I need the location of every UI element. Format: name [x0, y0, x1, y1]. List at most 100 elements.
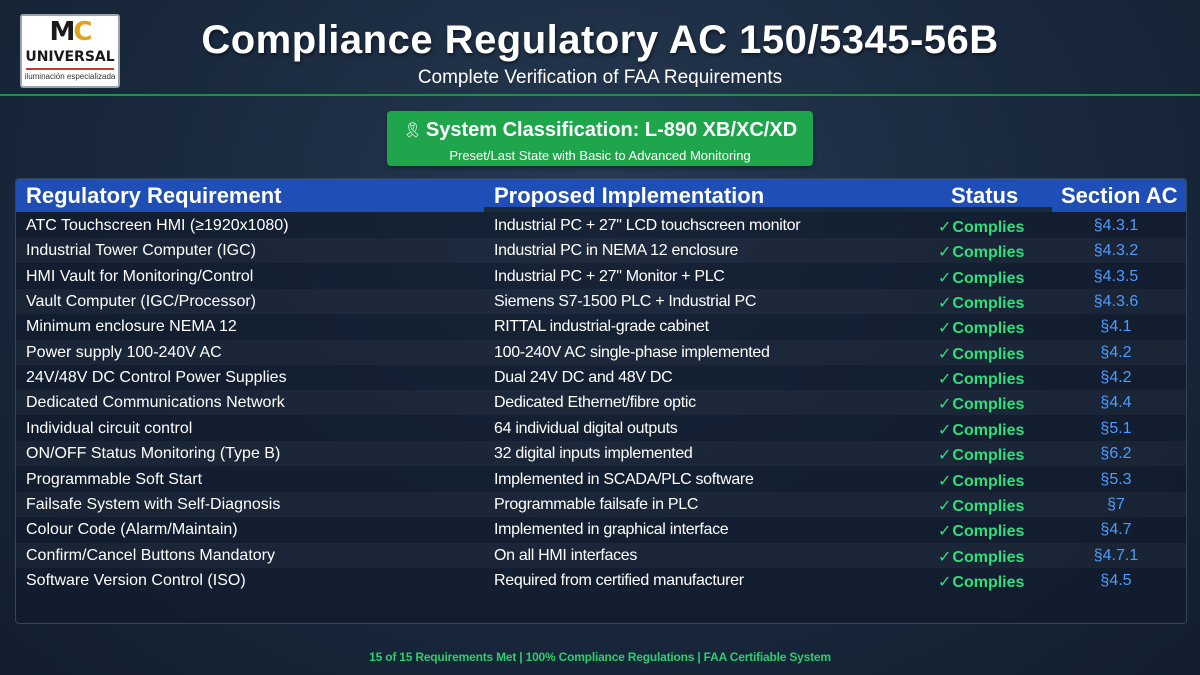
status-cell: ✓Complies — [938, 471, 1024, 491]
status-label: Complies — [952, 523, 1025, 541]
implementation-cell: Implemented in SCADA/PLC software — [494, 470, 754, 488]
status-label: Complies — [952, 295, 1025, 313]
status-label: Complies — [952, 345, 1025, 363]
status-label: Complies — [952, 269, 1025, 287]
section-cell: §4.3.1 — [1093, 217, 1139, 234]
section-cell: §6.2 — [1100, 445, 1132, 463]
table-row: HMI Vault for Monitoring/Control Industri… — [16, 264, 1186, 289]
implementation-cell: Siemens S7-1500 PLC + Industrial PC — [494, 293, 757, 311]
column-header-section: Section AC — [1061, 183, 1178, 208]
table-row: 24V/48V DC Control Power Supplies Dual 24… — [16, 365, 1186, 390]
status-label: Complies — [952, 573, 1025, 591]
status-label: Complies — [952, 447, 1025, 465]
section-cell: §4.2 — [1100, 369, 1132, 387]
status-cell: ✓Complies — [938, 293, 1024, 313]
status-cell: ✓Complies — [938, 268, 1024, 288]
table-row: Minimum enclosure NEMA 12 RITTAL industri… — [16, 314, 1186, 339]
section-cell: §4.3.6 — [1093, 293, 1139, 311]
table-row: Confirm/Cancel Buttons Mandatory On all H… — [16, 543, 1186, 568]
section-cell: §4.7.1 — [1093, 546, 1139, 564]
requirement-cell: Dedicated Communications Network — [26, 394, 285, 412]
classification-subtitle: Preset/Last State with Basic to Advanced… — [449, 148, 751, 163]
classification-title: System Classification: L-890 XB/XC/XD — [425, 119, 798, 141]
checkmark-icon: ✓ — [938, 396, 952, 414]
status-cell: ✓Complies — [938, 496, 1024, 516]
page-title: Compliance Regulatory AC 150/5345-56B — [201, 18, 999, 62]
section-cell: §5.3 — [1100, 470, 1132, 488]
status-cell: ✓Complies — [938, 547, 1024, 567]
status-cell: ✓Complies — [938, 242, 1024, 262]
implementation-cell: 100-240V AC single-phase implemented — [494, 343, 770, 361]
requirement-cell: ON/OFF Status Monitoring (Type B) — [26, 445, 281, 463]
section-cell: §5.1 — [1100, 419, 1132, 437]
requirement-cell: Programmable Soft Start — [26, 470, 203, 488]
compliance-table: Regulatory Requirement Proposed Implemen… — [15, 178, 1187, 624]
table-row: Programmable Soft Start Implemented in SC… — [16, 467, 1186, 492]
table-row: Individual circuit control 64 individual … — [16, 416, 1186, 441]
requirement-cell: Confirm/Cancel Buttons Mandatory — [26, 546, 275, 564]
checkmark-icon: ✓ — [938, 244, 952, 262]
requirement-cell: Industrial Tower Computer (IGC) — [26, 242, 256, 260]
requirement-cell: Power supply 100-240V AC — [26, 343, 222, 361]
status-cell: ✓Complies — [938, 445, 1024, 465]
table-row: Failsafe System with Self-Diagnosis Progr… — [16, 492, 1186, 517]
table-row: Vault Computer (IGC/Processor) Siemens S7… — [16, 289, 1186, 314]
table-row: Dedicated Communications Network Dedicate… — [16, 390, 1186, 415]
section-cell: §4.3.5 — [1093, 267, 1139, 285]
table-row: ATC Touchscreen HMI (≥1920x1080) Industri… — [16, 213, 1186, 238]
table-row: ON/OFF Status Monitoring (Type B) 32 digi… — [16, 441, 1186, 466]
section-cell: §4.2 — [1100, 343, 1132, 361]
implementation-cell: On all HMI interfaces — [494, 546, 638, 564]
section-cell: §4.3.2 — [1093, 242, 1139, 260]
requirement-cell: Individual circuit control — [26, 419, 193, 437]
checkmark-icon: ✓ — [938, 421, 952, 439]
section-cell: §4.7 — [1100, 521, 1132, 539]
status-cell: ✓Complies — [938, 521, 1024, 541]
table-row: Power supply 100-240V AC 100-240V AC sing… — [16, 340, 1186, 365]
checkmark-icon: ✓ — [938, 219, 952, 236]
status-label: Complies — [952, 396, 1025, 414]
status-cell: ✓Complies — [938, 369, 1024, 389]
implementation-cell: Programmable failsafe in PLC — [494, 495, 699, 513]
checkmark-icon: ✓ — [938, 345, 952, 363]
checkmark-icon: ✓ — [938, 472, 952, 490]
implementation-cell: Dedicated Ethernet/fibre optic — [494, 394, 696, 412]
column-header-status: Status — [951, 183, 1019, 208]
system-classification-badge: 🎗︎ System Classification: L-890 XB/XC/XD … — [387, 111, 813, 166]
requirement-cell: Minimum enclosure NEMA 12 — [26, 318, 237, 336]
section-cell: §4.5 — [1100, 571, 1132, 589]
header-divider — [484, 207, 1052, 212]
status-cell: ✓Complies — [938, 318, 1024, 338]
implementation-cell: Industrial PC in NEMA 12 enclosure — [494, 242, 739, 260]
table-row: Software Version Control (ISO) Required f… — [16, 568, 1186, 593]
implementation-cell: Industrial PC + 27" Monitor + PLC — [494, 267, 725, 285]
checkmark-icon: ✓ — [938, 497, 952, 515]
status-label: Complies — [952, 219, 1025, 236]
implementation-cell: Dual 24V DC and 48V DC — [494, 369, 673, 387]
status-cell: ✓Complies — [938, 344, 1024, 364]
checkmark-icon: ✓ — [938, 447, 952, 465]
checkmark-icon: ✓ — [938, 295, 952, 313]
page-subtitle: Complete Verification of FAA Requirement… — [417, 67, 783, 88]
status-cell: ✓Complies — [938, 420, 1024, 440]
requirement-cell: Colour Code (Alarm/Maintain) — [26, 521, 238, 539]
classification-title-line: 🎗︎ System Classification: L-890 XB/XC/XD — [387, 119, 813, 142]
section-cell: §4.1 — [1100, 318, 1132, 336]
section-cell: §7 — [1107, 495, 1125, 513]
status-label: Complies — [952, 244, 1025, 262]
implementation-cell: Implemented in graphical interface — [494, 521, 729, 539]
requirement-cell: HMI Vault for Monitoring/Control — [26, 267, 254, 285]
footer-summary: 15 of 15 Requirements Met | 100% Complia… — [369, 650, 831, 664]
implementation-cell: Industrial PC + 27" LCD touchscreen moni… — [494, 217, 801, 234]
requirement-cell: 24V/48V DC Control Power Supplies — [26, 369, 287, 387]
checkmark-icon: ✓ — [938, 269, 952, 287]
implementation-cell: 32 digital inputs implemented — [494, 445, 693, 463]
requirement-cell: Vault Computer (IGC/Processor) — [26, 293, 256, 311]
requirement-cell: ATC Touchscreen HMI (≥1920x1080) — [26, 217, 289, 234]
column-header-requirement: Regulatory Requirement — [26, 183, 282, 208]
header-bar: MC UNIVERSAL iluminación especializada C… — [0, 0, 1200, 96]
requirement-cell: Software Version Control (ISO) — [26, 571, 246, 589]
checkmark-icon: ✓ — [938, 371, 952, 389]
status-label: Complies — [952, 421, 1025, 439]
checkmark-icon: ✓ — [938, 320, 952, 338]
